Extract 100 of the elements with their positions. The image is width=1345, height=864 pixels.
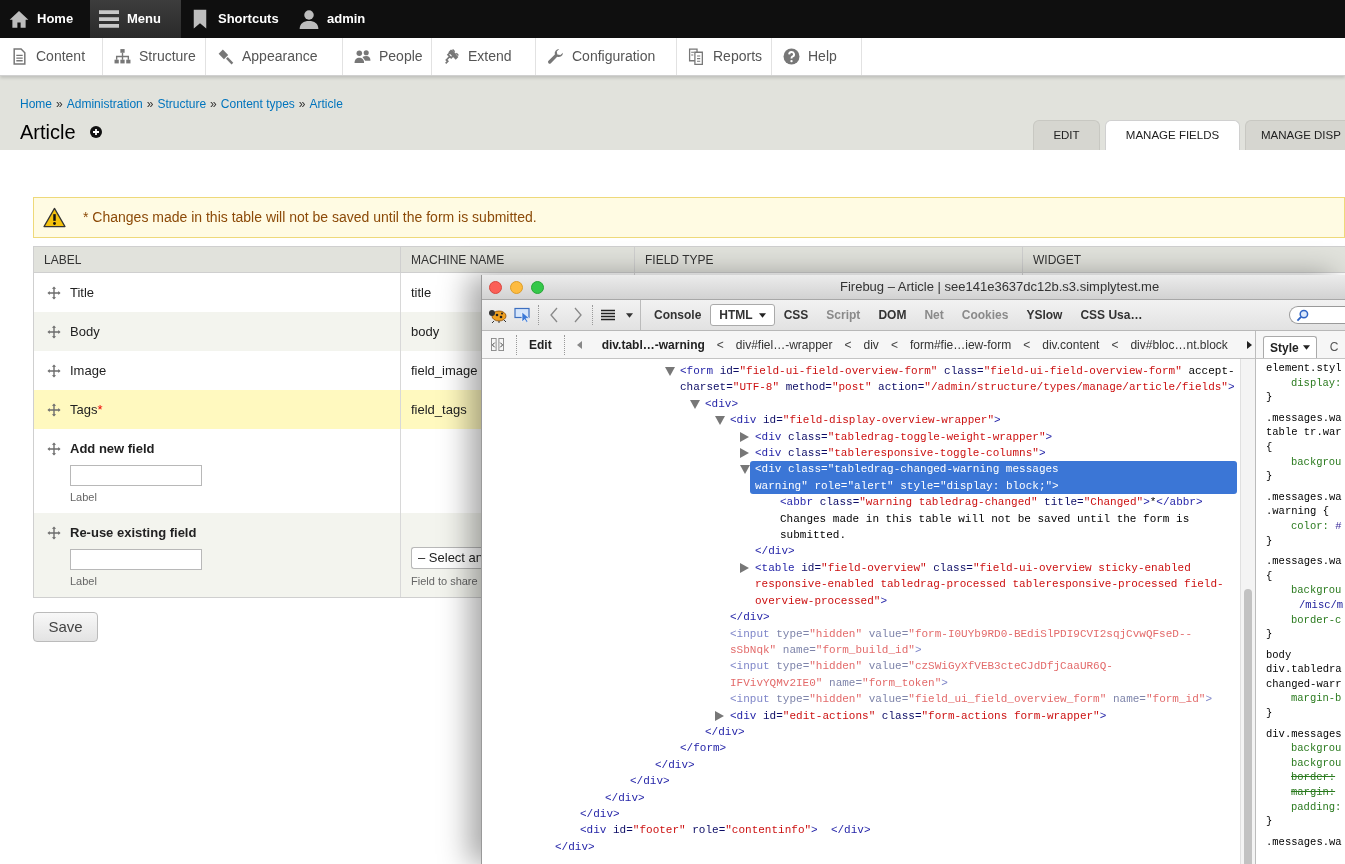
side-panel-tab[interactable]: Style: [1263, 336, 1317, 358]
css-brace: {: [1266, 439, 1273, 455]
add-shortcut-icon[interactable]: [89, 126, 102, 138]
back-icon[interactable]: [549, 307, 559, 323]
expanded-triangle-icon[interactable]: [690, 399, 700, 409]
expanded-triangle-icon[interactable]: [715, 416, 725, 426]
html-crumb[interactable]: form#fie…iew-form: [909, 335, 1012, 354]
scroll-right-icon[interactable]: [1247, 340, 1252, 349]
panel-tab[interactable]: DOM: [869, 304, 916, 326]
html-crumb[interactable]: div.content: [1042, 335, 1100, 354]
scrollbar[interactable]: [1240, 359, 1255, 864]
html-element-node[interactable]: <input type="hidden" value="form-I0UYb9RD0-BEdiSlPDI9CVI2sqjCvwQFseD-- sSbNqk" name="form_build_id">: [730, 625, 1193, 659]
drag-handle-icon[interactable]: [47, 363, 61, 378]
html-element-node[interactable]: <input type="hidden" value="field_ui_field_overview_form" name="form_id">: [730, 691, 1212, 708]
toolbar-link[interactable]: Shortcuts: [181, 0, 290, 38]
bug-icon[interactable]: [488, 307, 508, 323]
css-selector: .messages.wa: [1266, 554, 1342, 569]
drag-handle-icon[interactable]: [47, 285, 61, 300]
machine-name: field_tags: [411, 400, 467, 419]
help-icon: [783, 48, 800, 65]
html-element-node[interactable]: <input type="hidden" value="czSWiGyXfVEB3cteCJdDfjCaaUR6Q- IFVivYQMv2IE0" name="form_token">: [730, 658, 1113, 692]
html-element-node[interactable]: <div class="tabledrag-toggle-weight-wrapper">: [755, 428, 1053, 446]
zoom-window-button[interactable]: [531, 280, 544, 294]
sitemap-icon: [114, 48, 131, 65]
label-input-field[interactable]: [70, 549, 202, 570]
breadcrumb-link[interactable]: Content types: [220, 96, 295, 112]
expanded-triangle-icon[interactable]: [665, 367, 675, 376]
save-button[interactable]: Save: [33, 612, 98, 642]
page-tab[interactable]: MANAGE FIELDS: [1105, 120, 1240, 150]
css-property: border:: [1291, 770, 1336, 786]
css-property: margin-b: [1291, 691, 1342, 707]
drag-handle-icon[interactable]: [47, 324, 61, 339]
html-crumb[interactable]: div.tabl…-warning: [601, 335, 705, 354]
search-field[interactable]: [1289, 306, 1345, 324]
drag-handle-icon[interactable]: [47, 442, 61, 456]
breadcrumb-link[interactable]: Structure: [157, 96, 207, 112]
html-closing-tag: </div>: [630, 773, 670, 790]
drag-handle-icon[interactable]: [47, 526, 61, 540]
css-property: color: #: [1291, 518, 1342, 534]
html-crumb[interactable]: div#fiel…-wrapper: [735, 335, 833, 354]
expand-panel-icon[interactable]: [491, 338, 504, 351]
html-element-node[interactable]: <div class="tableresponsive-toggle-columns">: [755, 445, 1046, 462]
html-element-node[interactable]: <div id="field-display-overview-wrapper">: [730, 412, 1001, 429]
tray-link[interactable]: Extend: [432, 38, 536, 75]
css-property: backgrou: [1291, 741, 1342, 756]
side-panel-tab[interactable]: C: [1329, 336, 1339, 358]
breadcrumb-link[interactable]: Administration: [66, 96, 143, 112]
breadcrumb-link[interactable]: Article: [309, 96, 343, 112]
toolbar-link[interactable]: Menu: [90, 0, 181, 38]
css-selector: .messages.wa: [1266, 489, 1342, 505]
css-brace: }: [1266, 706, 1273, 721]
html-element-node[interactable]: <form id="field-ui-field-overview-form" class="field-ui-field-overview-form" accept- charset="UTF-8" method="post" action="/admin/structure/types/manage/article/fields">: [680, 363, 1235, 396]
toolbar-link[interactable]: Home: [0, 0, 90, 38]
collapsed-triangle-icon[interactable]: [740, 448, 749, 459]
field-description: Field to share: [411, 574, 478, 589]
html-element-node[interactable]: <div id="edit-actions" class="form-actions form-wrapper">: [730, 707, 1107, 724]
css-selector: element.styl: [1266, 361, 1342, 376]
document-icon: [11, 48, 28, 65]
menu-icon[interactable]: [601, 309, 615, 321]
tray-link[interactable]: Reports: [677, 38, 772, 75]
html-text-node[interactable]: Changes made in this table will not be saved until the form is submitted.: [780, 510, 1190, 544]
field-label: Image: [70, 361, 107, 380]
scroll-left-icon[interactable]: [576, 340, 582, 349]
tray-link[interactable]: Help: [772, 38, 862, 75]
breadcrumb-link[interactable]: Home: [20, 96, 52, 112]
forward-icon[interactable]: [573, 307, 583, 323]
label-input-field[interactable]: [70, 465, 202, 486]
css-property: backgrou: [1291, 454, 1342, 470]
warning-text: * Changes made in this table will not be saved until the form is submitted.: [83, 208, 537, 227]
css-value: /misc/m: [1299, 597, 1344, 613]
tray-link[interactable]: Appearance: [206, 38, 343, 75]
collapsed-triangle-icon[interactable]: [740, 431, 749, 442]
tray-link[interactable]: Structure: [103, 38, 206, 75]
panel-tab[interactable]: YSlow: [1017, 304, 1072, 326]
toolbar-link[interactable]: admin: [290, 0, 372, 38]
panel-tab[interactable]: HTML: [710, 304, 775, 326]
panel-tab[interactable]: CSS Usa…: [1071, 304, 1152, 326]
inspect-icon[interactable]: [514, 307, 532, 323]
html-crumb[interactable]: div#bloc…nt.block: [1130, 335, 1228, 354]
css-selector: changed-warr: [1266, 676, 1342, 692]
drag-handle-icon[interactable]: [47, 402, 61, 417]
column-header: LABEL: [34, 247, 401, 272]
panel-tab[interactable]: Console: [645, 304, 711, 326]
html-element-node[interactable]: <table id="field-overview" class="field-ui-overview sticky-enabled responsive-enabled tabledrag-processed tableresponsive-processed field- overview-processed">: [755, 559, 1224, 610]
collapsed-triangle-icon[interactable]: [715, 710, 724, 721]
tray-link[interactable]: People: [343, 38, 432, 75]
edit-button[interactable]: Edit: [529, 335, 552, 354]
page-tab[interactable]: EDIT: [1033, 120, 1100, 150]
collapsed-triangle-icon[interactable]: [740, 562, 749, 573]
html-crumb[interactable]: div: [863, 335, 879, 354]
html-element-node[interactable]: <abbr class="warning tabledrag-changed" title="Changed">*</abbr>: [780, 494, 1203, 511]
tray-link[interactable]: Configuration: [536, 38, 677, 75]
close-window-button[interactable]: [489, 280, 502, 294]
tray-link[interactable]: Content: [0, 38, 103, 75]
html-element-node[interactable]: <div class="tabledrag-changed-warning messages warning" role="alert" style="display: block;">: [750, 461, 1237, 495]
html-element-node[interactable]: <div>: [705, 395, 738, 413]
page-tab[interactable]: MANAGE DISP: [1245, 120, 1345, 150]
html-element-node[interactable]: <div id="footer" role="contentinfo"> </div>: [580, 822, 871, 839]
panel-tab[interactable]: CSS: [774, 304, 818, 326]
expanded-triangle-icon[interactable]: [740, 465, 750, 475]
